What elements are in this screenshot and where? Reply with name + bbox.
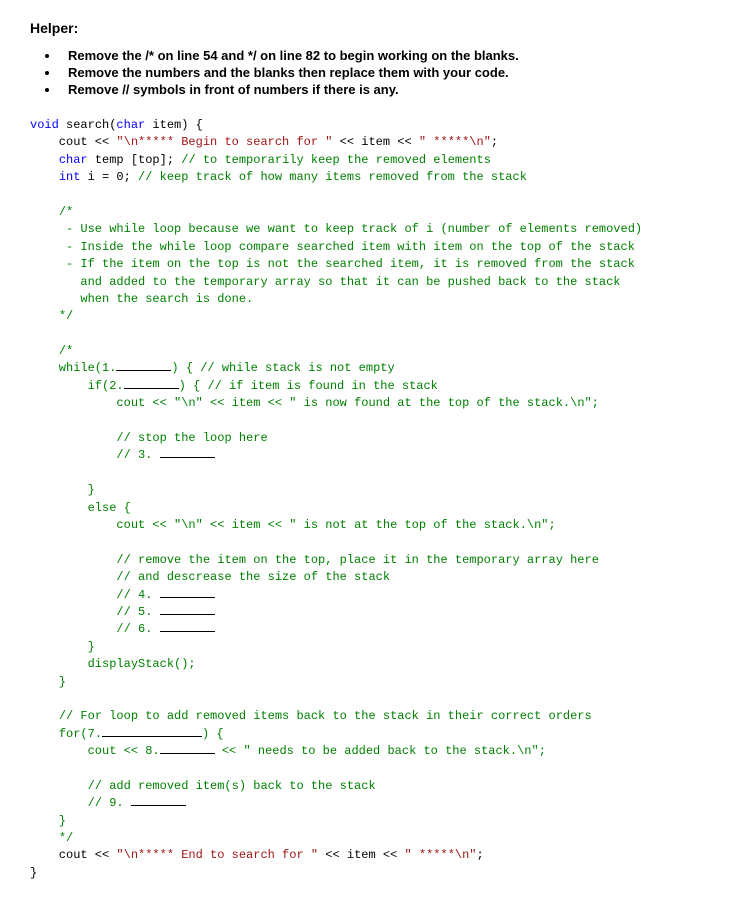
string-literal: " *****\n": [419, 135, 491, 149]
code-text: << item <<: [318, 848, 404, 862]
code-line: }: [30, 483, 95, 497]
keyword-void: void: [30, 118, 59, 132]
comment: // add removed item(s) back to the stack: [30, 779, 376, 793]
comment: // and descrease the size of the stack: [30, 570, 390, 584]
comment-line: when the search is done.: [30, 292, 253, 306]
keyword-char: char: [59, 153, 88, 167]
code-line: }: [30, 675, 66, 689]
code-text: ;: [477, 848, 484, 862]
comment-blank: // 3.: [30, 448, 215, 462]
blank-2: [124, 388, 179, 389]
blank-4: [160, 597, 215, 598]
comment-block-close: */: [59, 831, 73, 845]
helper-item: Remove the numbers and the blanks then r…: [60, 65, 715, 80]
code-text: ;: [491, 135, 498, 149]
code-line: else {: [30, 501, 131, 515]
blank-7: [102, 736, 202, 737]
keyword-char: char: [116, 118, 145, 132]
code-line: while(1.) { // while stack is not empty: [30, 361, 395, 375]
comment-line: - If the item on the top is not the sear…: [30, 257, 635, 271]
keyword-int: int: [59, 170, 81, 184]
code-line: cout << "\n" << item << " is now found a…: [30, 396, 599, 410]
helper-item: Remove // symbols in front of numbers if…: [60, 82, 715, 97]
comment-block-close: */: [59, 309, 73, 323]
comment: // keep track of how many items removed …: [138, 170, 527, 184]
code-text: }: [30, 866, 37, 880]
code-text: i = 0;: [80, 170, 138, 184]
code-block: void search(char item) { cout << "\n****…: [30, 117, 715, 882]
code-text: << item <<: [332, 135, 418, 149]
code-line: displayStack();: [30, 657, 196, 671]
blank-6: [160, 631, 215, 632]
helper-item: Remove the /* on line 54 and */ on line …: [60, 48, 715, 63]
helper-title: Helper:: [30, 20, 715, 36]
code-line: for(7.) {: [30, 727, 224, 741]
comment-blank: // 6.: [30, 622, 215, 636]
comment-line: and added to the temporary array so that…: [30, 275, 621, 289]
code-text: item) {: [145, 118, 203, 132]
comment-blank: // 5.: [30, 605, 215, 619]
blank-3: [160, 457, 215, 458]
blank-9: [131, 805, 186, 806]
code-line: cout << "\n" << item << " is not at the …: [30, 518, 556, 532]
comment-line: - Use while loop because we want to keep…: [30, 222, 642, 236]
string-literal: "\n***** End to search for ": [116, 848, 318, 862]
comment: // to temporarily keep the removed eleme…: [181, 153, 491, 167]
blank-1: [116, 370, 171, 371]
comment-block: /*: [59, 205, 73, 219]
helper-list: Remove the /* on line 54 and */ on line …: [60, 48, 715, 97]
comment-blank: // 9.: [30, 796, 186, 810]
blank-5: [160, 614, 215, 615]
code-line: cout << 8. << " needs to be added back t…: [30, 744, 546, 758]
code-text: search(: [59, 118, 117, 132]
code-line: if(2.) { // if item is found in the stac…: [30, 379, 438, 393]
code-line: }: [30, 814, 66, 828]
code-text: cout <<: [30, 848, 116, 862]
comment: // stop the loop here: [30, 431, 268, 445]
comment-blank: // 4.: [30, 588, 215, 602]
string-literal: " *****\n": [404, 848, 476, 862]
code-line: }: [30, 640, 95, 654]
code-text: cout <<: [30, 135, 116, 149]
comment-line: - Inside the while loop compare searched…: [30, 240, 635, 254]
comment: // For loop to add removed items back to…: [30, 709, 592, 723]
comment-block: /*: [59, 344, 73, 358]
code-text: temp [top];: [88, 153, 182, 167]
blank-8: [160, 753, 215, 754]
comment: // remove the item on the top, place it …: [30, 553, 599, 567]
string-literal: "\n***** Begin to search for ": [116, 135, 332, 149]
